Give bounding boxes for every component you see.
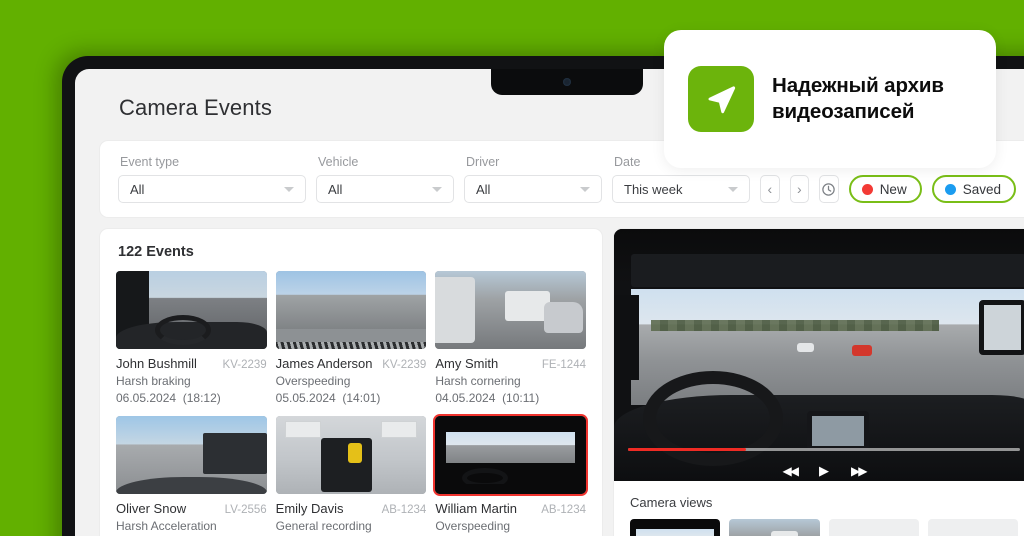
rewind-icon[interactable]: ◀◀ [783,465,800,477]
event-type: Overspeeding [435,519,511,533]
event-thumbnail[interactable] [435,271,586,349]
event-driver-name: James Anderson [275,356,373,371]
events-grid: John Bushmill KV-2239 Harsh braking 06.0… [116,271,588,536]
promo-badge-text: Надежный архив видеозаписей [772,74,944,123]
filter-event-type-value: All [130,181,145,197]
filter-date-value: This week [624,181,683,197]
video-frame [614,229,1024,481]
chevron-right-icon: › [797,181,802,197]
event-card[interactable]: Oliver Snow LV-2556 Harsh Acceleration 0… [116,416,267,536]
chevron-left-icon: ‹ [767,181,773,197]
event-thumbnail[interactable] [275,271,427,349]
event-datetime: 06.05.2024 (18:12) [116,391,267,405]
fast-forward-icon[interactable]: ▶▶ [851,465,868,477]
event-card-selected[interactable]: William Martin AB-1234 Overspeeding 01.0… [433,414,588,536]
event-vehicle-plate: KV-2239 [382,359,427,371]
camera-view-thumb[interactable] [729,519,820,536]
clock-icon [822,182,836,196]
navigation-arrow-icon [688,66,754,132]
event-card[interactable]: John Bushmill KV-2239 Harsh braking 06.0… [116,271,267,405]
event-type: Harsh cornering [435,374,521,388]
video-progress-fill [628,448,746,451]
event-date: 04.05.2024 [435,391,496,405]
play-icon[interactable]: ▶ [819,464,829,477]
event-vehicle-plate: FE-1244 [541,359,586,371]
filter-date-select[interactable]: This week [612,175,750,203]
status-filter-new-label: New [879,181,907,197]
event-thumbnail[interactable] [116,416,267,494]
chevron-down-icon [728,186,738,192]
filter-driver-select[interactable]: All [464,175,602,203]
content-area: 122 Events John Bushmill KV-2239 Harsh b… [99,228,1024,536]
filter-event-type-label: Event type [120,155,180,169]
event-driver-name: Amy Smith [435,356,499,371]
event-thumbnail[interactable] [116,271,267,349]
event-date: 06.05.2024 [116,391,177,405]
event-driver-name: Emily Davis [275,501,344,516]
event-type: Harsh braking [116,374,191,388]
events-count-heading: 122 Events [118,244,194,260]
chevron-down-icon [580,186,590,192]
filter-vehicle: Vehicle All [316,155,454,203]
chevron-down-icon [284,186,294,192]
camera-view-thumb[interactable] [828,519,919,536]
video-controls: ◀◀ ▶ ▶▶ [614,464,1024,477]
status-filter-new[interactable]: New [848,175,922,203]
promo-badge: Надежный архив видеозаписей [664,30,996,168]
filter-driver-value: All [476,181,491,197]
status-filter-saved-label: Saved [962,181,1001,197]
event-datetime: 04.05.2024 (10:11) [435,391,586,405]
event-thumbnail[interactable] [433,414,588,496]
next-period-button[interactable]: › [789,175,810,203]
time-range-button[interactable] [819,175,839,203]
filter-event-type: Event type All [118,155,306,203]
event-driver-name: John Bushmill [116,356,197,371]
event-card[interactable]: James Anderson KV-2239 Overspeeding 05.0… [275,271,427,405]
event-driver-name: William Martin [435,501,517,516]
status-dot-saved-icon [944,183,956,195]
filter-vehicle-select[interactable]: All [316,175,454,203]
camera-view-thumb[interactable] [630,519,721,536]
event-vehicle-plate: LV-2556 [224,504,267,516]
status-dot-new-icon [861,183,873,195]
filter-vehicle-value: All [328,181,343,197]
prev-period-button[interactable]: ‹ [760,175,780,203]
webcam-icon [563,78,571,86]
video-progress-bar[interactable] [628,448,1020,451]
status-filter-saved[interactable]: Saved [931,175,1016,203]
event-vehicle-plate: AB-1234 [541,504,586,516]
event-type: Overspeeding [275,374,351,388]
event-type: General recording [275,519,372,533]
event-driver-name: Oliver Snow [116,501,187,516]
event-time: (10:11) [502,391,540,405]
events-panel: 122 Events John Bushmill KV-2239 Harsh b… [99,228,603,536]
camera-views-row [614,519,1024,536]
camera-views-label: Camera views [630,495,713,510]
event-thumbnail[interactable] [275,416,427,494]
webcam-notch [491,69,643,95]
event-card[interactable]: Amy Smith FE-1244 Harsh cornering 04.05.… [435,271,586,405]
camera-view-thumb[interactable] [927,519,1018,536]
filter-driver: Driver All [464,155,602,203]
event-date: 05.05.2024 [275,391,336,405]
event-type: Harsh Acceleration [116,519,217,533]
chevron-down-icon [432,186,442,192]
event-vehicle-plate: AB-1234 [381,504,427,516]
event-time: (14:01) [342,391,381,405]
filter-event-type-select[interactable]: All [118,175,306,203]
video-player[interactable]: ◀◀ ▶ ▶▶ [614,229,1024,481]
event-datetime: 05.05.2024 (14:01) [276,391,427,405]
event-card[interactable]: Emily Davis AB-1234 General recording 03… [275,416,427,536]
event-time: (18:12) [182,391,221,405]
filter-vehicle-label: Vehicle [318,155,359,169]
video-panel: ◀◀ ▶ ▶▶ Camera views [613,228,1024,536]
filter-driver-label: Driver [466,155,500,169]
event-vehicle-plate: KV-2239 [222,359,267,371]
